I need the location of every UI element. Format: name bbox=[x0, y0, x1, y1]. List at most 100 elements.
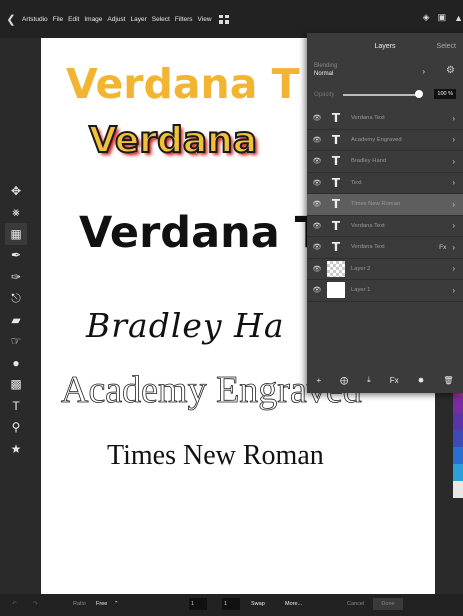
layers-icon[interactable]: ◈ bbox=[423, 12, 430, 23]
fx-button[interactable]: Fx bbox=[390, 376, 399, 385]
chevron-right-icon[interactable]: › bbox=[452, 286, 455, 295]
layer-thumbnail bbox=[327, 282, 345, 299]
canvas-text-verdana-black[interactable]: Verdana T bbox=[79, 208, 324, 258]
layer-name: Layer 1 bbox=[351, 287, 371, 294]
layer-thumbnail: T bbox=[331, 175, 341, 190]
color-swatch[interactable] bbox=[453, 481, 463, 498]
move-tool-icon[interactable]: ✥ bbox=[5, 180, 27, 202]
opacity-slider-knob[interactable] bbox=[415, 90, 423, 98]
cancel-button[interactable]: Cancel bbox=[347, 601, 364, 607]
blending-row[interactable]: Blending Normal › ⚙ bbox=[307, 59, 463, 83]
eye-icon[interactable]: 👁 bbox=[307, 179, 327, 187]
color-swatch[interactable] bbox=[453, 430, 463, 447]
eye-icon[interactable]: 👁 bbox=[307, 157, 327, 165]
layer-row[interactable]: 👁 T Verdana Text Fx › bbox=[307, 237, 463, 259]
fill-tool-icon[interactable]: ● bbox=[5, 352, 27, 374]
chevron-right-icon[interactable]: › bbox=[452, 221, 455, 230]
layer-thumbnail: T bbox=[331, 154, 341, 169]
color-swatch[interactable] bbox=[453, 464, 463, 481]
menu-image[interactable]: Image bbox=[84, 16, 102, 23]
layer-name: Verdana Text bbox=[351, 244, 385, 251]
star-tool-icon[interactable]: ★ bbox=[5, 438, 27, 460]
grid-icon[interactable] bbox=[218, 14, 229, 24]
eyedropper-tool-icon[interactable]: ✒ bbox=[5, 245, 27, 267]
layer-thumbnail: T bbox=[331, 218, 341, 233]
layer-row[interactable]: 👁 T Text › bbox=[307, 173, 463, 194]
layer-row[interactable]: 👁 T Times New Roman › bbox=[307, 194, 463, 216]
layer-name: Academy Engraved bbox=[351, 136, 402, 143]
trash-icon[interactable]: 🗑 bbox=[443, 376, 453, 385]
layer-row[interactable]: 👁 Layer 2 › bbox=[307, 259, 463, 280]
layer-name: Bradley Hand bbox=[351, 158, 387, 165]
layer-row[interactable]: 👁 T Bradley Hand › bbox=[307, 151, 463, 173]
menu-file[interactable]: File bbox=[53, 16, 63, 23]
panel-icon[interactable]: ▣ bbox=[438, 12, 447, 23]
add-group-icon[interactable]: ⨁ bbox=[340, 376, 348, 385]
menu-filters[interactable]: Filters bbox=[175, 16, 193, 23]
chevron-right-icon[interactable]: › bbox=[452, 264, 455, 273]
more-button[interactable]: More... bbox=[285, 601, 302, 607]
redo-icon[interactable]: ↷ bbox=[33, 601, 38, 607]
eraser-tool-icon[interactable]: ▰ bbox=[5, 309, 27, 331]
canvas-text-verdana-yellow[interactable]: Verdana T bbox=[66, 60, 300, 108]
eye-icon[interactable]: 👁 bbox=[307, 200, 327, 208]
layer-name: Text bbox=[351, 179, 362, 186]
layer-row[interactable]: 👁 T Verdana Text › bbox=[307, 216, 463, 237]
layers-select-button[interactable]: Select bbox=[437, 43, 456, 50]
crop-tool-icon[interactable]: ▦ bbox=[5, 223, 27, 245]
import-icon[interactable]: ⤓ bbox=[367, 375, 371, 385]
color-swatch[interactable] bbox=[453, 447, 463, 464]
canvas-text-times-new-roman[interactable]: Times New Roman bbox=[107, 440, 324, 472]
gear-icon[interactable]: ⚙ bbox=[446, 65, 455, 76]
menu-view[interactable]: View bbox=[198, 16, 212, 23]
menu-layer[interactable]: Layer bbox=[131, 16, 147, 23]
eye-icon[interactable]: 👁 bbox=[307, 114, 327, 122]
zoom-tool-icon[interactable]: ⚲ bbox=[5, 417, 27, 439]
eye-icon[interactable]: 👁 bbox=[307, 286, 327, 294]
chevron-right-icon[interactable]: › bbox=[452, 178, 455, 187]
settings-icon[interactable]: ✸ bbox=[418, 376, 425, 385]
gradient-tool-icon[interactable]: ▩ bbox=[5, 374, 27, 396]
color-swatch[interactable] bbox=[453, 396, 463, 413]
chevron-right-icon[interactable]: › bbox=[452, 200, 455, 209]
layer-thumbnail: T bbox=[331, 240, 341, 255]
eye-icon[interactable]: 👁 bbox=[307, 243, 327, 251]
brush-tool-icon[interactable]: ✑ bbox=[5, 266, 27, 288]
layer-name: Verdana Text bbox=[351, 222, 385, 229]
smudge-tool-icon[interactable]: ☞ bbox=[5, 331, 27, 353]
menu-adjust[interactable]: Adjust bbox=[107, 16, 125, 23]
width-field[interactable]: 1 bbox=[189, 598, 207, 610]
layer-row[interactable]: 👁 T Verdana Text › bbox=[307, 108, 463, 130]
stamp-tool-icon[interactable]: ⎋ bbox=[5, 288, 27, 310]
lasso-tool-icon[interactable]: ⨳ bbox=[5, 202, 27, 224]
height-field[interactable]: 1 bbox=[222, 598, 240, 610]
chevron-right-icon[interactable]: › bbox=[452, 135, 455, 144]
chevron-right-icon: › bbox=[422, 67, 425, 76]
swap-button[interactable]: Swap bbox=[251, 601, 265, 607]
done-button[interactable]: Done bbox=[373, 598, 403, 610]
undo-icon[interactable]: ↶ bbox=[12, 601, 17, 607]
opacity-value-field[interactable]: 100 % bbox=[434, 89, 456, 99]
ratio-value[interactable]: Free bbox=[96, 601, 107, 607]
chevron-right-icon[interactable]: › bbox=[452, 114, 455, 123]
canvas-text-bradley-hand[interactable]: Bradley Ha bbox=[86, 306, 285, 345]
text-tool-icon[interactable]: T bbox=[5, 395, 27, 417]
chevron-left-icon[interactable]: ❮ bbox=[0, 13, 22, 26]
chevron-right-icon[interactable]: › bbox=[452, 157, 455, 166]
color-swatch[interactable] bbox=[453, 413, 463, 430]
add-layer-icon[interactable]: + bbox=[317, 376, 322, 385]
eye-icon[interactable]: 👁 bbox=[307, 222, 327, 230]
triangle-icon[interactable]: ▲ bbox=[454, 13, 463, 23]
menu-edit[interactable]: Edit bbox=[68, 16, 79, 23]
eye-icon[interactable]: 👁 bbox=[307, 136, 327, 144]
eye-icon[interactable]: 👁 bbox=[307, 265, 327, 273]
menu-select[interactable]: Select bbox=[152, 16, 170, 23]
canvas-text-verdana-styled[interactable]: Verdana bbox=[88, 119, 258, 162]
chevron-up-icon[interactable]: ⌃ bbox=[114, 601, 119, 607]
layer-fx-label: Fx bbox=[439, 243, 447, 251]
chevron-right-icon[interactable]: › bbox=[452, 243, 455, 252]
layer-row[interactable]: 👁 Layer 1 › bbox=[307, 280, 463, 302]
layer-row[interactable]: 👁 T Academy Engraved › bbox=[307, 130, 463, 151]
layers-panel: Layers Select Blending Normal › ⚙ Opacit… bbox=[307, 33, 463, 393]
opacity-slider[interactable] bbox=[343, 94, 419, 96]
